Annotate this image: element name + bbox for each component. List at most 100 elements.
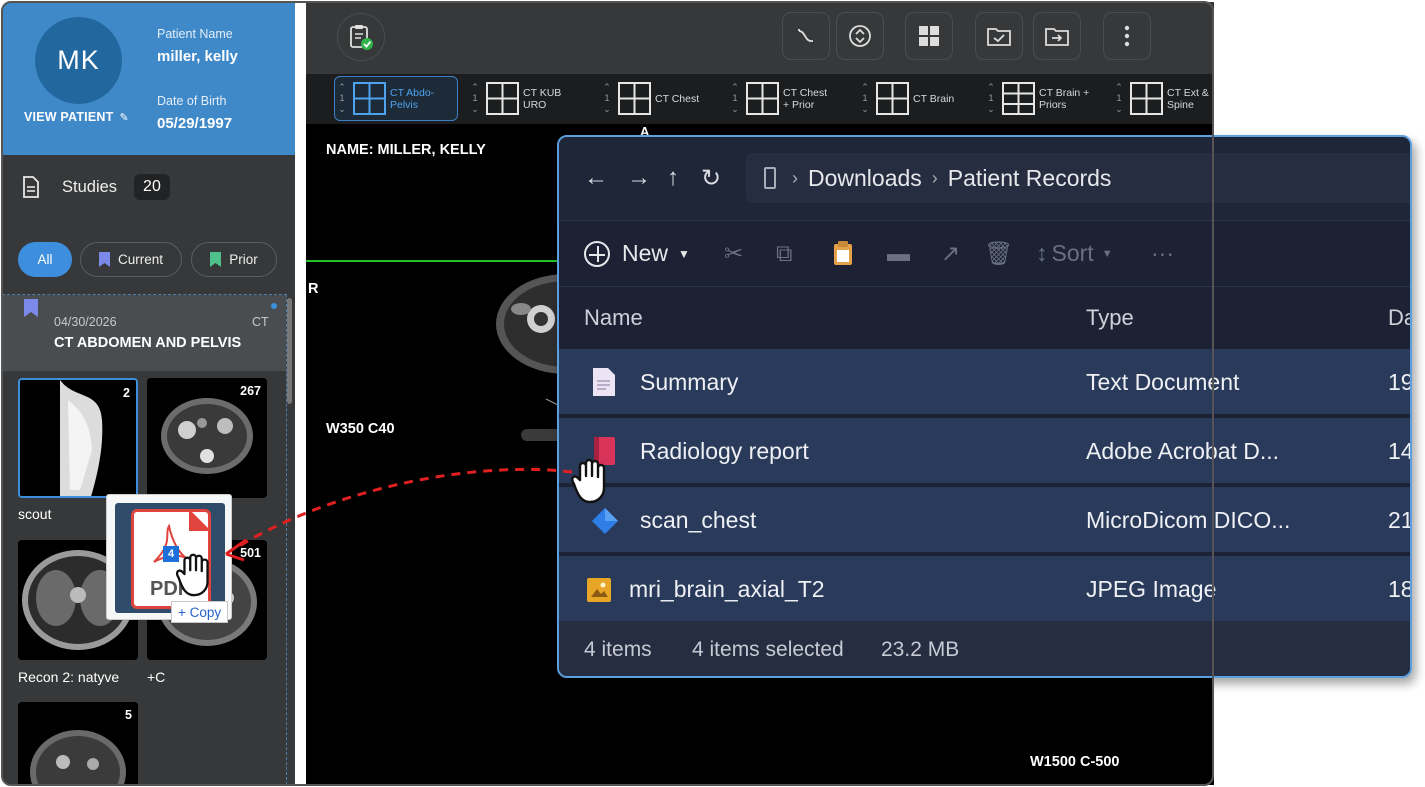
filter-prior-button[interactable]: Prior: [191, 242, 277, 277]
layout-grid-icon: [746, 82, 779, 115]
study-modality: CT: [252, 315, 269, 329]
patient-card: MK VIEW PATIENT ✎ Patient Name miller, ke…: [2, 2, 295, 155]
studies-label: Studies: [62, 177, 118, 196]
stepper-arrows[interactable]: ⌃ 1 ⌄: [1112, 82, 1126, 115]
file-date: 14: [1388, 438, 1412, 464]
new-button[interactable]: New ▼: [584, 240, 690, 267]
scroll-sync-button[interactable]: [836, 12, 884, 60]
file-type: Adobe Acrobat D...: [1086, 438, 1280, 464]
stepper-arrows[interactable]: ⌃ 1 ⌄: [728, 82, 742, 115]
filter-current-button[interactable]: Current: [80, 242, 182, 277]
report-status-button[interactable]: [337, 13, 385, 61]
file-row[interactable]: Radiology report Adobe Acrobat D... 14: [559, 418, 1412, 485]
sidebar-scrollbar[interactable]: [287, 298, 292, 404]
protocol-ct-brain-priors[interactable]: ⌃ 1 ⌄ CT Brain + Priors: [984, 76, 1108, 121]
viewer-toolbar: [306, 2, 1214, 74]
layout-grid-icon: [353, 82, 386, 115]
back-arrow-icon[interactable]: ←: [584, 164, 608, 192]
export-folder-button[interactable]: [1033, 12, 1081, 60]
plus-circle-icon: [584, 240, 610, 267]
protocol-ct-chest-prior[interactable]: ⌃ 1 ⌄ CT Chest + Prior: [728, 76, 848, 121]
file-row[interactable]: Summary Text Document 19: [559, 349, 1412, 416]
axial-ct-image: [18, 702, 138, 785]
forward-arrow-icon[interactable]: →: [627, 164, 651, 192]
patient-name-overlay: NAME: MILLER, KELLY: [326, 142, 486, 158]
stepper-arrows[interactable]: ⌃ 1 ⌄: [984, 82, 998, 115]
copy-tooltip: + Copy: [171, 601, 229, 623]
bookmark-icon: [98, 252, 110, 267]
series-thumbnail[interactable]: 5: [18, 702, 138, 785]
stepper-arrows[interactable]: ⌃ 1 ⌄: [468, 82, 482, 115]
column-type[interactable]: Type: [1086, 305, 1134, 331]
link-button[interactable]: [782, 12, 830, 60]
more-options-button[interactable]: [1103, 12, 1151, 60]
stepper-arrows[interactable]: ⌃ 1 ⌄: [600, 82, 614, 115]
study-date: 04/30/2026: [54, 315, 117, 329]
cut-icon[interactable]: ✂: [724, 240, 743, 267]
file-row[interactable]: mri_brain_axial_T2 JPEG Image 18: [559, 556, 1410, 623]
stepper-arrows[interactable]: ⌃ 1 ⌄: [335, 82, 349, 115]
protocol-ct-brain[interactable]: ⌃ 1 ⌄ CT Brain: [858, 76, 978, 121]
study-card[interactable]: 04/30/2026 CT CT ABDOMEN AND PELVIS: [3, 295, 286, 371]
file-row[interactable]: scan_chest MicroDicom DICO... 21: [559, 487, 1410, 554]
copy-icon[interactable]: ⧉: [776, 240, 792, 267]
layout-grid-icon: [486, 82, 519, 115]
document-icon: [23, 176, 39, 198]
protocol-ct-ext-spine[interactable]: ⌃ 1 ⌄ CT Ext & Spine: [1112, 76, 1214, 121]
unread-dot: [271, 303, 277, 309]
breadcrumb[interactable]: › Downloads › Patient Records: [746, 153, 1410, 203]
sort-button[interactable]: ↕ Sort ▼: [1036, 240, 1113, 267]
breadcrumb-patient-records[interactable]: Patient Records: [948, 165, 1112, 192]
file-name: mri_brain_axial_T2: [629, 576, 825, 602]
item-count: 4 items: [584, 638, 652, 661]
dicom-file-icon: [592, 508, 618, 534]
breadcrumb-downloads[interactable]: Downloads: [808, 165, 922, 192]
file-name: Summary: [640, 369, 739, 395]
image-count: 267: [240, 384, 261, 398]
protocol-ct-chest[interactable]: ⌃ 1 ⌄ CT Chest: [600, 76, 720, 121]
sort-icon: ↕: [1036, 240, 1048, 266]
screen: MK VIEW PATIENT ✎ Patient Name miller, ke…: [0, 0, 1425, 787]
bookmark-icon: [24, 299, 38, 317]
rename-icon[interactable]: ▬: [887, 240, 910, 267]
more-vertical-icon: [1124, 25, 1130, 47]
series-thumbnail[interactable]: 267: [147, 378, 267, 498]
series-thumbnail[interactable]: 2: [18, 378, 138, 498]
column-date[interactable]: Da: [1388, 305, 1410, 331]
file-date: 19: [1388, 369, 1412, 395]
view-patient-link[interactable]: VIEW PATIENT ✎: [24, 110, 129, 124]
protocol-label: CT Brain: [913, 92, 955, 105]
protocol-ct-kub-uro[interactable]: ⌃ 1 ⌄ CT KUB URO: [468, 76, 588, 121]
window-level-overlay-secondary: W1500 C-500: [1030, 754, 1120, 770]
file-explorer-window: ← → ↑ ↻ › Downloads › Patient Records Ne…: [557, 135, 1412, 678]
folder-check-icon: [987, 28, 1011, 46]
column-name[interactable]: Name: [584, 305, 643, 331]
layout-button[interactable]: [905, 12, 953, 60]
grid-layout-icon: [919, 26, 939, 46]
address-bar-row: ← → ↑ ↻ › Downloads › Patient Records: [559, 137, 1410, 221]
filter-all-button[interactable]: All: [18, 242, 72, 277]
bookmark-icon: [210, 252, 222, 267]
text-document-icon: [593, 368, 615, 396]
filter-all-label: All: [37, 252, 53, 267]
image-count: 501: [240, 546, 261, 560]
status-bar: 4 items 4 items selected 23.2 MB: [559, 621, 1410, 676]
clipboard-check-icon: [350, 25, 373, 50]
series-label: Recon 2: natyve: [18, 669, 120, 685]
studies-header: Studies 20: [22, 174, 170, 200]
more-options-icon[interactable]: ···: [1151, 240, 1174, 267]
chevron-right-icon: ›: [931, 167, 938, 188]
series-label: scout: [18, 506, 52, 522]
patient-name-label: Patient Name: [157, 27, 233, 41]
share-icon[interactable]: ↗: [941, 240, 960, 267]
stepper-arrows[interactable]: ⌃ 1 ⌄: [858, 82, 872, 115]
up-arrow-icon[interactable]: ↑: [667, 164, 679, 192]
jpeg-image-icon: [587, 578, 611, 602]
open-folder-button[interactable]: [975, 12, 1023, 60]
refresh-icon[interactable]: ↻: [701, 164, 721, 193]
paste-icon[interactable]: [832, 240, 854, 266]
protocol-ct-abdo-pelvis[interactable]: ⌃ 1 ⌄ CT Abdo- Pelvis: [334, 76, 458, 121]
delete-icon[interactable]: 🗑: [984, 240, 1013, 267]
dob-value: 05/29/1997: [157, 115, 233, 132]
device-icon: [764, 167, 776, 189]
